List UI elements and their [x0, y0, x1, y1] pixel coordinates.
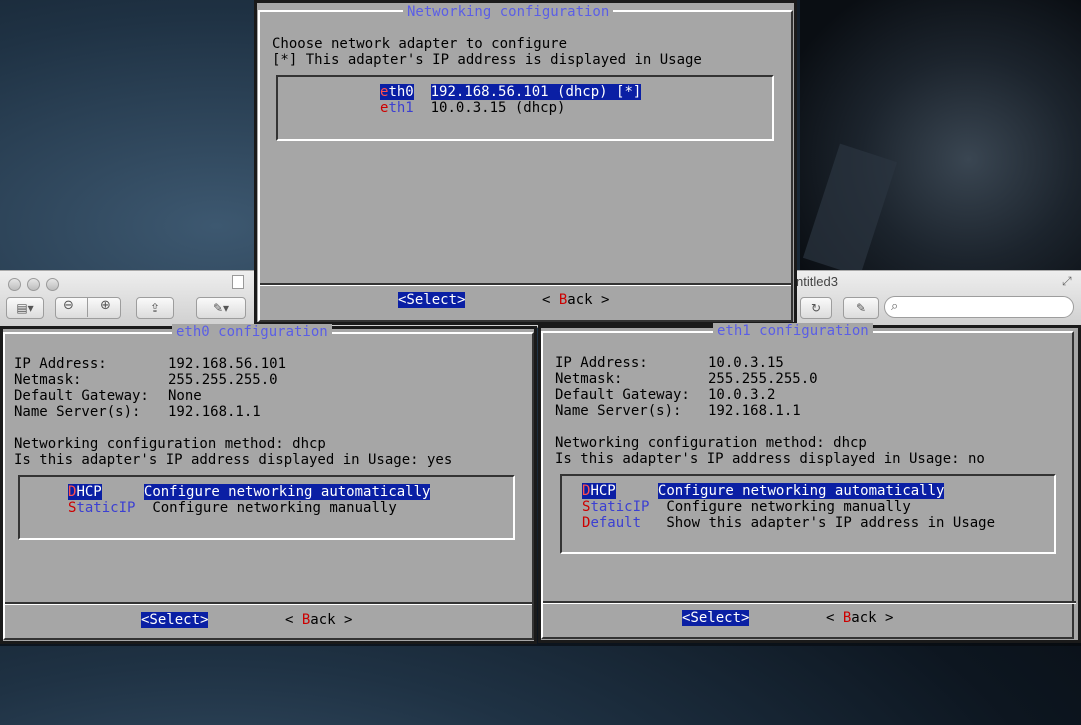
netmask-label: Netmask:	[14, 372, 82, 388]
menu-item-default[interactable]: Default Show this adapter's IP address i…	[582, 515, 995, 531]
menu-item-dhcp[interactable]: DHCP Configure networking automatically	[582, 483, 945, 499]
select-button[interactable]: <Select>	[141, 612, 209, 628]
networking-configuration-dialog: Networking configuration Choose network …	[254, 0, 797, 325]
search-icon: ⌕	[891, 299, 899, 314]
config-method-text: Networking configuration method: dhcp	[14, 436, 326, 452]
select-button[interactable]: <Select>	[682, 610, 750, 626]
dialog-note: [*] This adapter's IP address is display…	[272, 52, 702, 68]
zoom-window-button[interactable]	[46, 278, 59, 291]
menu-item-eth1[interactable]: eth1 10.0.3.15 (dhcp)	[380, 100, 565, 116]
back-button[interactable]: < Back >	[285, 612, 352, 628]
nameserver-label: Name Server(s):	[14, 404, 141, 420]
config-method-text: Networking configuration method: dhcp	[555, 435, 867, 451]
zoom-in-icon[interactable]: ⊕	[100, 298, 111, 313]
menu-item-dhcp[interactable]: DHCP Configure networking automatically	[68, 484, 431, 500]
gateway-value: None	[168, 388, 202, 404]
close-window-button[interactable]	[8, 278, 21, 291]
window-title: ntitled3	[796, 274, 838, 289]
ip-address-row: IP Address:	[14, 356, 107, 372]
ip-address-value: 192.168.56.101	[168, 356, 287, 372]
dialog-prompt: Choose network adapter to configure	[272, 36, 568, 52]
sidebar-toggle-button[interactable]: ▤▾	[6, 297, 44, 319]
netmask-value: 255.255.255.0	[168, 372, 278, 388]
nameserver-value: 192.168.1.1	[708, 403, 801, 419]
menu-item-staticip[interactable]: StaticIP Configure networking manually	[68, 500, 397, 516]
netmask-value: 255.255.255.0	[708, 371, 818, 387]
back-button[interactable]: < Back >	[542, 292, 609, 308]
zoom-out-icon[interactable]: ⊖	[63, 298, 74, 313]
dialog-title: eth1 configuration	[713, 323, 873, 339]
markup-button[interactable]: ✎▾	[196, 297, 246, 319]
dialog-title: Networking configuration	[403, 4, 614, 20]
usage-text: Is this adapter's IP address displayed i…	[14, 452, 453, 468]
netmask-label: Netmask:	[555, 371, 623, 387]
gateway-label: Default Gateway:	[555, 387, 690, 403]
fullscreen-icon[interactable]: ⤢	[1062, 274, 1072, 289]
nameserver-label: Name Server(s):	[555, 403, 682, 419]
eth1-configuration-dialog: eth1 configuration IP Address: 10.0.3.15…	[538, 323, 1081, 643]
nameserver-value: 192.168.1.1	[168, 404, 261, 420]
document-icon	[232, 275, 244, 289]
desktop-background-art	[800, 0, 1081, 290]
usage-text: Is this adapter's IP address displayed i…	[555, 451, 985, 467]
dialog-title: eth0 configuration	[172, 324, 332, 340]
edit-button[interactable]: ✎	[843, 297, 879, 319]
minimize-window-button[interactable]	[27, 278, 40, 291]
ip-address-label: IP Address:	[555, 355, 648, 371]
eth0-configuration-dialog: eth0 configuration IP Address: 192.168.5…	[0, 324, 537, 644]
gateway-label: Default Gateway:	[14, 388, 149, 404]
menu-item-eth0[interactable]: eth0 192.168.56.101 (dhcp) [*]	[380, 84, 642, 100]
search-field[interactable]: ⌕	[884, 296, 1074, 318]
back-button[interactable]: < Back >	[826, 610, 893, 626]
rotate-button[interactable]: ↻	[800, 297, 832, 319]
share-button[interactable]: ⇪	[136, 297, 174, 319]
select-button[interactable]: <Select>	[398, 292, 466, 308]
gateway-value: 10.0.3.2	[708, 387, 776, 403]
ip-address-value: 10.0.3.15	[708, 355, 784, 371]
menu-item-staticip[interactable]: StaticIP Configure networking manually	[582, 499, 911, 515]
